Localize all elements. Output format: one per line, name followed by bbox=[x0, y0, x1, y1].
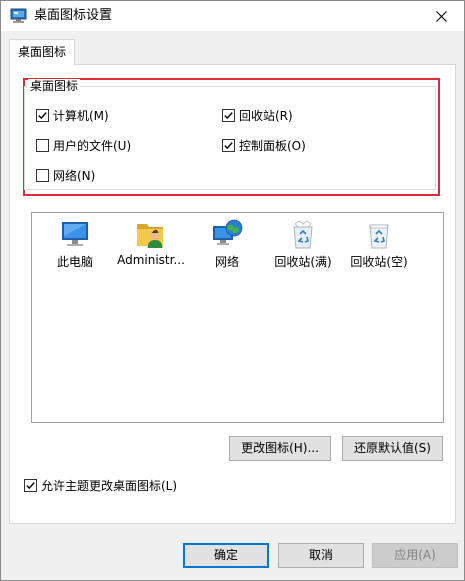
app-icon bbox=[10, 8, 27, 23]
icon-label: 回收站(满) bbox=[274, 255, 332, 269]
title-bar[interactable]: 桌面图标设置 bbox=[1, 1, 464, 31]
icon-item-user-files[interactable]: Administr... bbox=[113, 213, 189, 275]
recycle-bin-empty-icon bbox=[369, 224, 389, 249]
cancel-button[interactable]: 取消 bbox=[278, 543, 364, 568]
checkbox-label: 计算机(M) bbox=[53, 108, 109, 123]
user-folder-icon bbox=[137, 224, 163, 248]
icon-item-this-pc[interactable]: 此电脑 bbox=[37, 213, 113, 275]
checkmark-icon bbox=[224, 141, 233, 149]
checkbox-box[interactable] bbox=[24, 478, 37, 492]
icon-item-recycle-bin-empty[interactable]: 回收站(空) bbox=[341, 213, 417, 275]
icon-label: Administr... bbox=[117, 253, 185, 267]
checkbox-user-files[interactable]: 用户的文件(U) bbox=[36, 137, 131, 153]
tab-panel-desktop-icons: 桌面图标 计算机(M) 回收站(R) 用户的文件(U) 控制面板(O) 网络(N… bbox=[9, 64, 456, 524]
network-icon bbox=[213, 219, 243, 245]
computer-icon bbox=[62, 222, 88, 246]
tab-desktop-icons[interactable]: 桌面图标 bbox=[9, 39, 75, 66]
checkmark-icon bbox=[38, 111, 47, 119]
icon-list[interactable]: 此电脑 Administr... 网络 回收站(满) 回收站(空) bbox=[31, 212, 444, 423]
icon-item-recycle-bin-full[interactable]: 回收站(满) bbox=[265, 213, 341, 275]
recycle-bin-full-icon bbox=[293, 220, 313, 249]
window-title: 桌面图标设置 bbox=[34, 8, 113, 23]
ok-button[interactable]: 确定 bbox=[183, 543, 269, 568]
checkbox-box[interactable] bbox=[36, 138, 49, 152]
checkbox-computer[interactable]: 计算机(M) bbox=[36, 107, 109, 123]
icon-item-network[interactable]: 网络 bbox=[189, 213, 265, 275]
change-icon-button[interactable]: 更改图标(H)... bbox=[229, 436, 331, 461]
checkbox-control-panel[interactable]: 控制面板(O) bbox=[222, 137, 306, 153]
checkbox-box[interactable] bbox=[222, 138, 235, 152]
checkbox-box[interactable] bbox=[222, 108, 235, 122]
checkbox-box[interactable] bbox=[36, 168, 49, 182]
icon-label: 回收站(空) bbox=[350, 255, 408, 269]
checkbox-network[interactable]: 网络(N) bbox=[36, 167, 95, 183]
checkbox-box[interactable] bbox=[36, 108, 49, 122]
checkbox-label: 允许主题更改桌面图标(L) bbox=[41, 478, 178, 493]
close-icon bbox=[435, 10, 447, 22]
checkbox-label: 用户的文件(U) bbox=[53, 138, 132, 153]
checkbox-label: 回收站(R) bbox=[239, 108, 293, 123]
apply-button: 应用(A) bbox=[372, 543, 458, 568]
close-button[interactable] bbox=[418, 1, 464, 31]
group-legend: 桌面图标 bbox=[28, 79, 81, 93]
restore-default-button[interactable]: 还原默认值(S) bbox=[342, 436, 443, 461]
icon-label: 此电脑 bbox=[56, 255, 93, 269]
checkbox-recycle-bin[interactable]: 回收站(R) bbox=[222, 107, 293, 123]
desktop-icon-settings-dialog: 桌面图标设置 桌面图标 桌面图标 计算机(M) 回收站(R) 用户的文件(U) … bbox=[0, 0, 465, 581]
checkmark-icon bbox=[224, 111, 233, 119]
checkmark-icon bbox=[26, 481, 35, 489]
checkbox-label: 网络(N) bbox=[53, 168, 96, 183]
checkbox-label: 控制面板(O) bbox=[239, 138, 306, 153]
icon-label: 网络 bbox=[214, 255, 239, 269]
checkbox-allow-theme[interactable]: 允许主题更改桌面图标(L) bbox=[24, 477, 177, 493]
